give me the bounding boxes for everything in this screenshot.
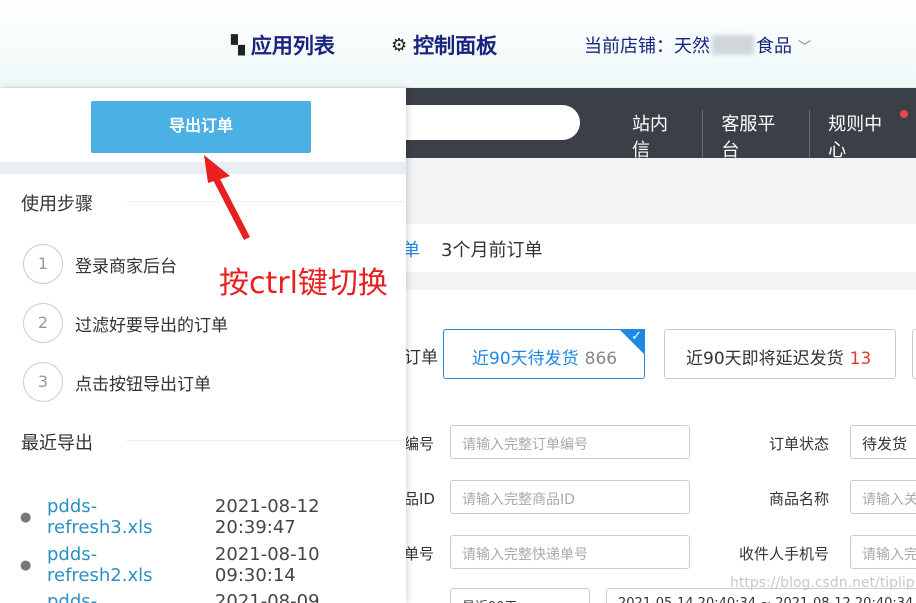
- file-bullet-icon: ●: [20, 509, 32, 525]
- nav-customer-service[interactable]: 客服平台: [702, 110, 809, 162]
- app-list-label: 应用列表: [250, 34, 335, 58]
- card2-label: 近90天即将延迟发货: [686, 349, 844, 369]
- file-link[interactable]: pdds-refresh1.xls: [47, 591, 202, 603]
- steps-title: 使用步骤: [21, 194, 93, 215]
- main-content: 单 3个月前订单 订单 近90天待发货 866 ✓ 近90天即将延迟发货 13 编号…: [402, 158, 916, 603]
- card1-label: 近90天待发货: [472, 349, 579, 369]
- watermark: https://blog.csdn.net/tiplip: [730, 575, 915, 591]
- file-date: 2021-08-10 09:30:14: [214, 544, 320, 586]
- order-status-select[interactable]: 待发货: [850, 425, 916, 459]
- order-number-input[interactable]: 请输入完整订单编号: [450, 425, 690, 459]
- tab-3-months-ago[interactable]: 3个月前订单: [441, 236, 542, 262]
- step-text: 过滤好要导出的订单: [75, 315, 228, 336]
- card-prefix: 订单: [404, 348, 438, 368]
- order-status-label: 订单状态: [769, 435, 830, 453]
- nav-rules-center[interactable]: 规则中心: [809, 110, 916, 162]
- control-panel-label: 控制面板: [413, 34, 498, 58]
- recent-file-item: ● pdds-refresh1.xls 2021-08-09 20:26:53: [20, 591, 406, 603]
- card1-count: 866: [584, 349, 618, 369]
- app-list-link[interactable]: ▚ 应用列表: [231, 30, 335, 60]
- blurred-shop-name: [712, 35, 754, 55]
- step-number: 1: [23, 244, 63, 284]
- recent-file-item: ● pdds-refresh3.xls 2021-08-12 20:39:47: [20, 496, 406, 538]
- annotation-text: 按ctrl键切换: [219, 266, 388, 301]
- step-text: 点击按钮导出订单: [75, 374, 211, 395]
- filter-order-no-label: 编号: [404, 435, 435, 453]
- order-tabs: 单 3个月前订单: [402, 224, 916, 272]
- file-date: 2021-08-12 20:39:47: [214, 496, 320, 538]
- step-3: 3 点击按钮导出订单: [23, 362, 211, 402]
- file-date: 2021-08-09 20:26:53: [214, 591, 320, 603]
- export-panel: 导出订单 使用步骤 1 登录商家后台 2 过滤好要导出的订单 3 点击按钮导出订…: [0, 88, 406, 603]
- gear-icon: ⚙: [391, 34, 408, 56]
- product-name-label: 商品名称: [769, 490, 830, 508]
- shop-suffix: 食品: [756, 36, 792, 57]
- top-header: ▚ 应用列表 ⚙ 控制面板 当前店铺：天然 食品 ﹀: [0, 0, 916, 88]
- dark-nav-bar: 站内信 客服平台 规则中心: [406, 88, 916, 162]
- step-number: 2: [23, 303, 63, 343]
- shop-prefix: 当前店铺：天然: [584, 36, 710, 57]
- panel-divider: [0, 162, 406, 174]
- step-2: 2 过滤好要导出的订单: [23, 303, 228, 343]
- receiver-phone-label: 收件人手机号: [739, 545, 830, 563]
- step-number: 3: [23, 362, 63, 402]
- notification-dot: [900, 110, 908, 118]
- date-range-select[interactable]: 最近90天: [450, 588, 590, 603]
- filter-area: 订单 近90天待发货 866 ✓ 近90天即将延迟发货 13 编号 请输入完整订单编…: [404, 290, 916, 603]
- tracking-number-input[interactable]: 请输入完整快递单号: [450, 535, 690, 569]
- step-1: 1 登录商家后台: [23, 244, 177, 284]
- steps-title-line: [126, 201, 406, 202]
- search-input[interactable]: [406, 105, 580, 140]
- recent-title-line: [126, 440, 406, 441]
- chevron-down-icon: ﹀: [798, 39, 812, 55]
- grid-icon: ▚: [231, 34, 245, 56]
- nav-messages[interactable]: 站内信: [632, 110, 702, 162]
- card2-count: 13: [849, 349, 872, 369]
- file-link[interactable]: pdds-refresh3.xls: [47, 496, 202, 538]
- check-icon: ✓: [631, 329, 642, 344]
- file-link[interactable]: pdds-refresh2.xls: [47, 544, 202, 586]
- receiver-phone-input[interactable]: 请输入完: [850, 535, 916, 569]
- card-partial[interactable]: [912, 329, 916, 379]
- product-name-input[interactable]: 请输入关: [850, 480, 916, 514]
- recent-file-item: ● pdds-refresh2.xls 2021-08-10 09:30:14: [20, 544, 406, 586]
- recent-exports-title: 最近导出: [21, 433, 93, 454]
- product-id-input[interactable]: 请输入完整商品ID: [450, 480, 690, 514]
- file-bullet-icon: ●: [20, 557, 32, 573]
- filter-tracking-no-label: 单号: [404, 545, 435, 563]
- control-panel-link[interactable]: ⚙ 控制面板: [391, 30, 497, 60]
- step-text: 登录商家后台: [75, 256, 177, 277]
- card-90-days-delay[interactable]: 近90天即将延迟发货 13: [664, 329, 896, 379]
- current-shop-selector[interactable]: 当前店铺：天然 食品 ﹀: [584, 32, 811, 58]
- export-orders-button[interactable]: 导出订单: [91, 101, 311, 153]
- card-90-days-pending[interactable]: 近90天待发货 866 ✓: [443, 329, 645, 379]
- filter-product-id-label: 品ID: [404, 490, 435, 508]
